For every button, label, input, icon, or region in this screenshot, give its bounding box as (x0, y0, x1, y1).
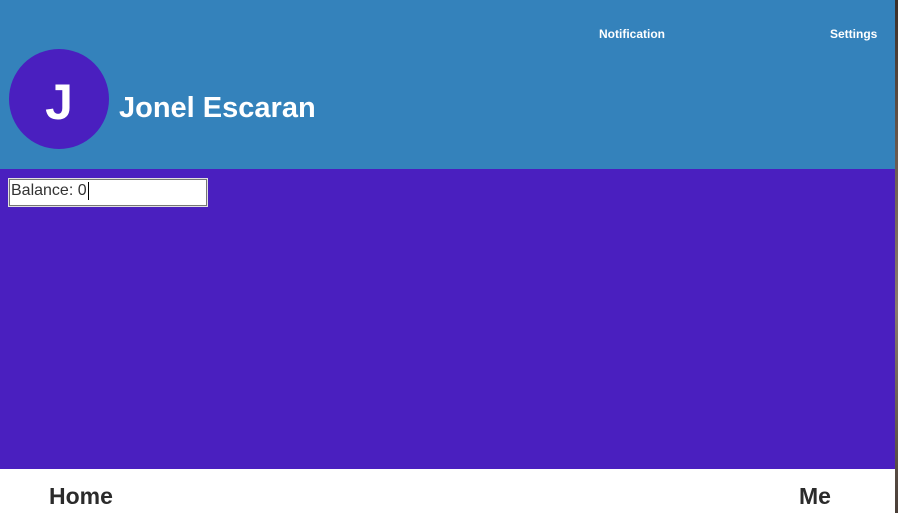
avatar: J (9, 49, 109, 149)
main-content: Balance: 0 (0, 169, 895, 469)
notification-link[interactable]: Notification (599, 27, 665, 41)
user-name: Jonel Escaran (119, 92, 316, 124)
settings-link[interactable]: Settings (830, 27, 877, 41)
nav-me[interactable]: Me (799, 483, 831, 510)
balance-field[interactable]: Balance: 0 (8, 178, 208, 207)
balance-value: Balance: 0 (11, 182, 87, 199)
nav-home[interactable]: Home (49, 483, 113, 510)
text-caret (87, 182, 89, 200)
avatar-initial: J (45, 74, 73, 130)
bottom-nav: Home Me (0, 469, 895, 513)
profile-header: Notification Settings J Jonel Escaran (0, 0, 895, 169)
